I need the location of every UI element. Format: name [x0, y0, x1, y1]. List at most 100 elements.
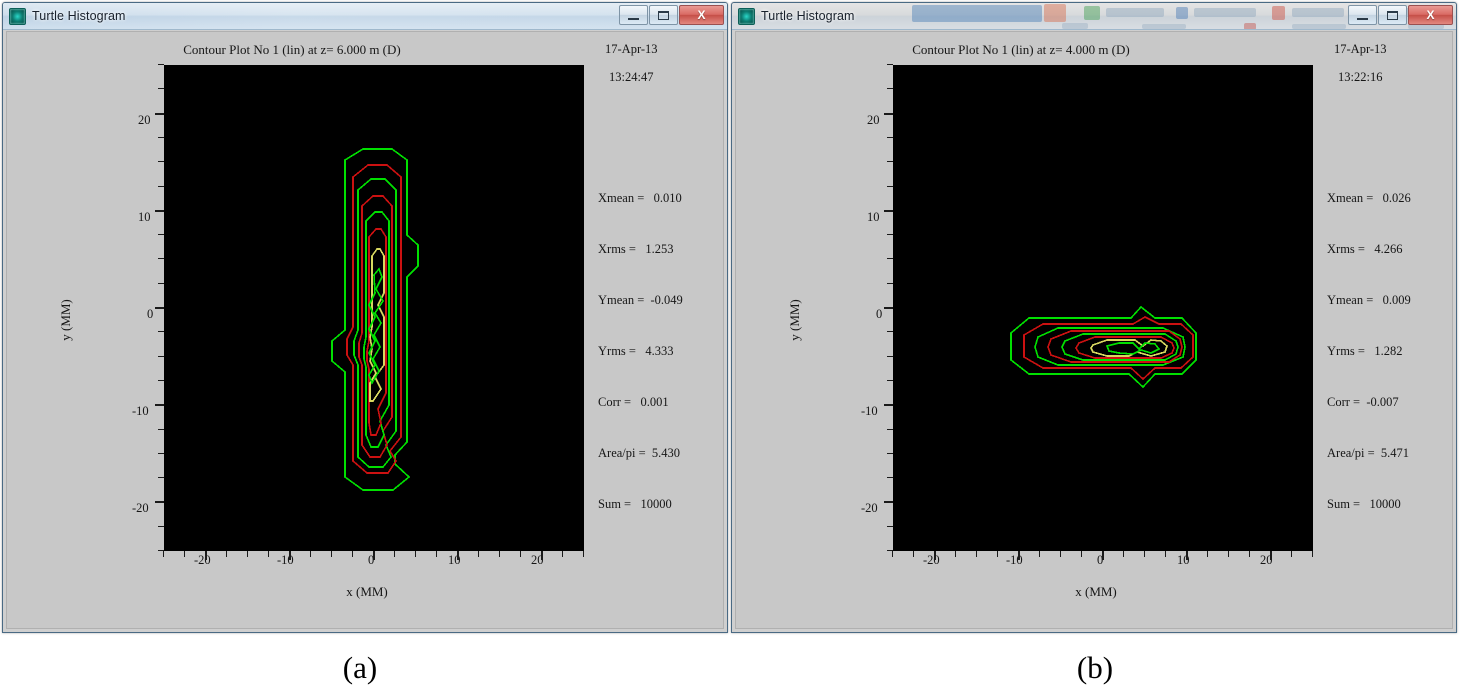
y-tick-mark	[884, 112, 893, 115]
maximize-icon	[1387, 10, 1398, 20]
window-controls-b[interactable]: X	[1347, 5, 1453, 26]
y-tick-m10: -10	[132, 404, 149, 418]
x-tick-mark	[976, 551, 977, 557]
maximize-icon	[658, 10, 669, 20]
date-stamp: 17-Apr-13	[1334, 42, 1387, 56]
x-tick-mark	[1291, 551, 1292, 557]
y-tick-mark	[155, 404, 164, 407]
y-tick-mark	[155, 307, 164, 309]
contour-svg-b	[1010, 305, 1197, 389]
contour-level-1	[1010, 305, 1197, 389]
x-tick-mark	[997, 551, 998, 557]
y-tick-10: 10	[138, 210, 151, 224]
x-tick-m10: -10	[277, 553, 294, 567]
contour-svg-a	[331, 148, 419, 491]
x-tick-mark	[562, 551, 563, 557]
app-icon	[738, 7, 755, 25]
stat-corr: Corr = 0.001	[598, 395, 669, 409]
minimize-button[interactable]	[1348, 5, 1377, 25]
stat-corr: Corr = -0.007	[1327, 395, 1399, 409]
x-tick-mark	[226, 551, 227, 557]
stat-ymean: Ymean = 0.009	[1327, 293, 1411, 307]
x-tick-mark	[352, 551, 353, 557]
app-icon	[9, 7, 26, 25]
x-tick-m10: -10	[1006, 553, 1023, 567]
maximize-button[interactable]	[1378, 5, 1407, 25]
x-tick-mark	[331, 551, 332, 557]
plot-canvas-a[interactable]	[164, 65, 584, 551]
minimize-icon	[628, 17, 639, 20]
plot-canvas-b[interactable]	[893, 65, 1313, 551]
titlebar-a[interactable]: Turtle Histogram X	[3, 3, 727, 30]
y-tick-m20: -20	[861, 501, 878, 515]
maximize-button[interactable]	[649, 5, 678, 25]
stat-xmean: Xmean = 0.026	[1327, 191, 1411, 205]
x-tick-mark	[436, 551, 437, 557]
plot-title: Contour Plot No 1 (lin) at z= 6.000 m (D…	[183, 42, 401, 57]
close-button[interactable]: X	[1408, 5, 1453, 25]
plot-title: Contour Plot No 1 (lin) at z= 4.000 m (D…	[912, 42, 1130, 57]
client-area-b: Contour Plot No 1 (lin) at z= 4.000 m (D…	[735, 31, 1453, 629]
x-axis-label: x (MM)	[1075, 584, 1117, 599]
y-tick-m20: -20	[132, 501, 149, 515]
window-turtle-histogram-a[interactable]: Turtle Histogram X Contour Plot No 1 (li…	[2, 2, 728, 633]
contour-level-8	[368, 267, 384, 385]
y-tick-mark	[155, 112, 164, 115]
y-tick-10: 10	[867, 210, 880, 224]
x-tick-mark	[1039, 551, 1040, 557]
x-tick-mark	[892, 551, 893, 557]
y-tick-20: 20	[867, 113, 880, 127]
time-stamp: 13:22:16	[1338, 70, 1383, 84]
close-button[interactable]: X	[679, 5, 724, 25]
y-tick-mark	[884, 307, 893, 309]
time-stamp: 13:24:47	[609, 70, 654, 84]
x-tick-mark	[1270, 551, 1272, 560]
minimize-icon	[1357, 17, 1368, 20]
x-tick-mark	[184, 551, 185, 557]
titlebar-b[interactable]: Turtle Histogram X	[732, 3, 1456, 30]
stat-xrms: Xrms = 4.266	[1327, 242, 1403, 256]
x-tick-mark	[1123, 551, 1124, 557]
x-tick-mark	[1081, 551, 1082, 557]
client-area-a: Contour Plot No 1 (lin) at z= 6.000 m (D…	[6, 31, 724, 629]
x-tick-mark	[1207, 551, 1208, 557]
y-tick-mark	[884, 501, 893, 504]
x-tick-mark	[1312, 551, 1313, 557]
x-tick-mark	[1018, 551, 1020, 560]
y-tick-m10: -10	[861, 404, 878, 418]
x-tick-mark	[205, 551, 207, 560]
stat-sum: Sum = 10000	[598, 497, 672, 511]
x-tick-mark	[247, 551, 248, 557]
x-tick-mark	[934, 551, 936, 560]
x-tick-mark	[394, 551, 395, 557]
contour-level-1	[331, 148, 419, 491]
x-tick-mark	[1186, 551, 1188, 560]
x-tick-mark	[499, 551, 500, 557]
x-tick-mark	[583, 551, 584, 557]
x-tick-mark	[913, 551, 914, 557]
y-tick-20: 20	[138, 113, 151, 127]
y-tick-mark	[884, 404, 893, 407]
stat-area-pi: Area/pi = 5.471	[1327, 446, 1410, 460]
x-tick-mark	[373, 551, 375, 560]
screenshot-root: Turtle Histogram X Contour Plot No 1 (li…	[0, 0, 1460, 700]
x-tick-mark	[478, 551, 479, 557]
contour-level-4	[358, 195, 393, 458]
y-axis-label: y (MM)	[787, 299, 802, 341]
x-tick-mark	[457, 551, 459, 560]
window-turtle-histogram-b[interactable]: Turtle Histogram X Contour Plot No 1 (li…	[731, 2, 1457, 633]
window-controls-a[interactable]: X	[618, 5, 724, 26]
y-axis-label: y (MM)	[58, 299, 73, 341]
stats-block-a: Xmean = 0.010 Xrms = 1.253 Ymean = -0.04…	[598, 156, 683, 547]
x-axis-label: x (MM)	[346, 584, 388, 599]
x-tick-m20: -20	[194, 553, 211, 567]
x-tick-mark	[1249, 551, 1250, 557]
stat-yrms: Yrms = 4.333	[598, 344, 674, 358]
x-tick-mark	[955, 551, 956, 557]
y-tick-mark	[155, 501, 164, 504]
y-tick-mark	[884, 209, 893, 212]
x-tick-mark	[415, 551, 416, 557]
x-tick-m20: -20	[923, 553, 940, 567]
minimize-button[interactable]	[619, 5, 648, 25]
contour-group-a	[331, 148, 419, 491]
